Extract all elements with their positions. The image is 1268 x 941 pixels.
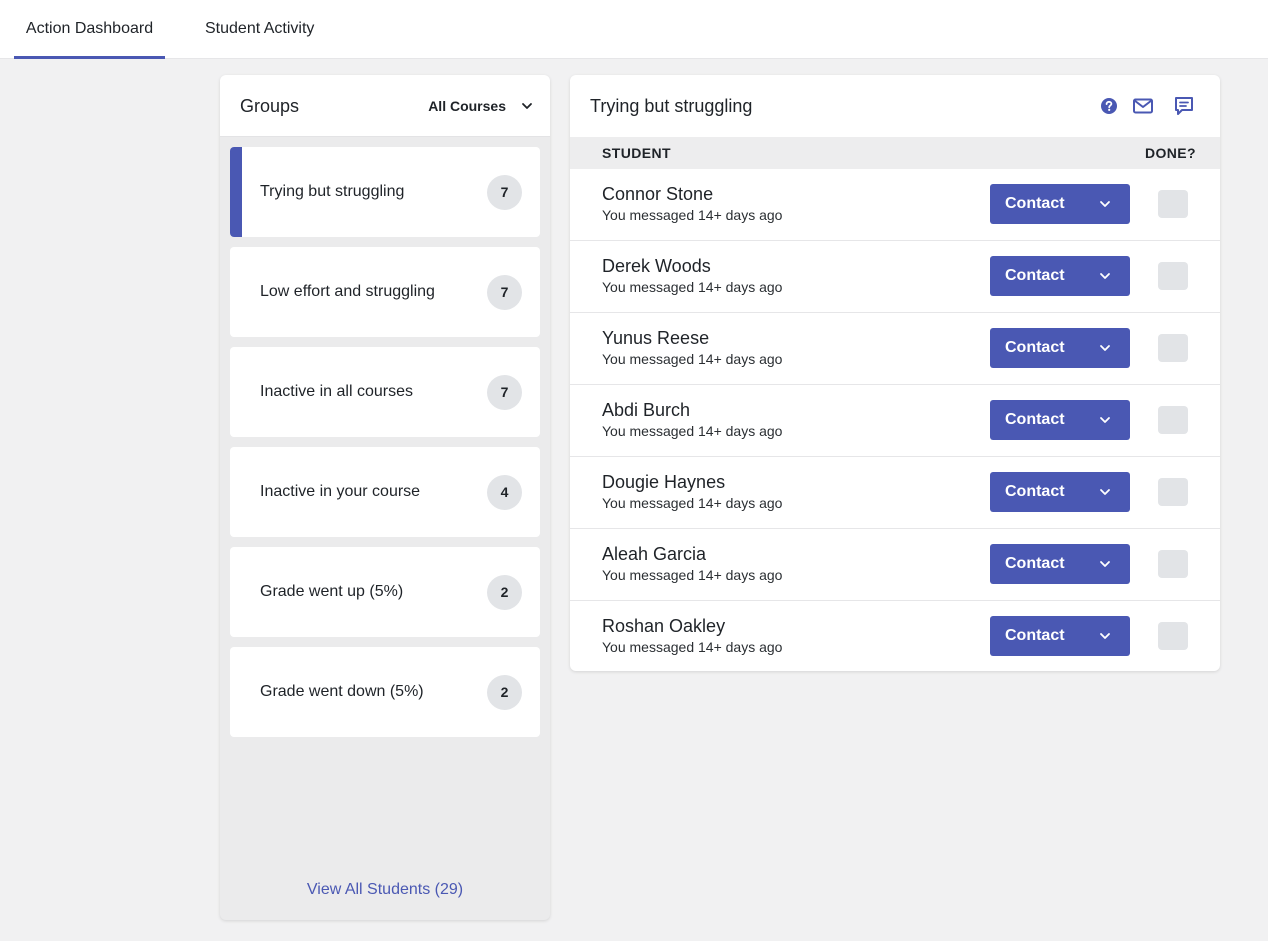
chevron-down-icon <box>1100 417 1110 423</box>
table-row: Roshan Oakley You messaged 14+ days ago … <box>570 601 1220 671</box>
done-checkbox[interactable] <box>1158 406 1188 434</box>
contact-button[interactable]: Contact <box>990 472 1130 512</box>
course-filter-value: All Courses <box>428 98 506 114</box>
chevron-down-icon <box>522 103 532 109</box>
students-panel-title: Trying but struggling <box>590 96 753 116</box>
table-row: Abdi Burch You messaged 14+ days ago Con… <box>570 385 1220 457</box>
mail-icon[interactable] <box>1132 95 1154 117</box>
group-label: Trying but struggling <box>260 183 405 200</box>
group-count-badge: 7 <box>487 375 522 410</box>
student-status: You messaged 14+ days ago <box>602 207 783 223</box>
student-name: Yunus Reese <box>602 328 710 348</box>
table-row: Connor Stone You messaged 14+ days ago C… <box>570 169 1220 241</box>
course-filter-dropdown[interactable]: All Courses <box>428 93 534 119</box>
contact-button[interactable]: Contact <box>990 400 1130 440</box>
group-label: Low effort and struggling <box>260 283 435 300</box>
selected-indicator <box>230 147 242 237</box>
contact-label: Contact <box>1005 339 1065 356</box>
group-label: Inactive in your course <box>260 483 421 500</box>
student-status: You messaged 14+ days ago <box>602 567 783 583</box>
student-name: Derek Woods <box>602 256 711 276</box>
top-navigation: Action Dashboard Student Activity <box>0 0 1268 59</box>
contact-label: Contact <box>1005 267 1065 284</box>
student-status: You messaged 14+ days ago <box>602 423 783 439</box>
student-status: You messaged 14+ days ago <box>602 639 783 655</box>
contact-label: Contact <box>1005 411 1065 428</box>
contact-button[interactable]: Contact <box>990 544 1130 584</box>
done-checkbox[interactable] <box>1158 478 1188 506</box>
contact-label: Contact <box>1005 483 1065 500</box>
column-header-done: DONE? <box>1145 145 1196 161</box>
student-status: You messaged 14+ days ago <box>602 495 783 511</box>
group-count-badge: 2 <box>487 675 522 710</box>
contact-button[interactable]: Contact <box>990 328 1130 368</box>
students-panel: Trying but struggling STUDENT DONE? Conn… <box>570 75 1220 671</box>
group-item-trying-but-struggling[interactable]: Trying but struggling 7 <box>230 147 540 237</box>
student-name: Aleah Garcia <box>602 544 707 564</box>
contact-button[interactable]: Contact <box>990 184 1130 224</box>
contact-button[interactable]: Contact <box>990 616 1130 656</box>
table-header: STUDENT DONE? <box>570 137 1220 169</box>
group-count-badge: 4 <box>487 475 522 510</box>
tab-student-activity[interactable]: Student Activity <box>205 0 314 59</box>
column-header-student: STUDENT <box>602 145 671 161</box>
chevron-down-icon <box>1100 633 1110 639</box>
group-item-grade-went-down[interactable]: Grade went down (5%) 2 <box>230 647 540 737</box>
group-item-inactive-in-all-courses[interactable]: Inactive in all courses 7 <box>230 347 540 437</box>
student-list: Connor Stone You messaged 14+ days ago C… <box>570 169 1220 671</box>
group-item-inactive-in-your-course[interactable]: Inactive in your course 4 <box>230 447 540 537</box>
chevron-down-icon <box>1100 201 1110 207</box>
student-name: Connor Stone <box>602 184 714 204</box>
group-label: Inactive in all courses <box>260 383 413 400</box>
done-checkbox[interactable] <box>1158 262 1188 290</box>
group-item-grade-went-up[interactable]: Grade went up (5%) 2 <box>230 547 540 637</box>
done-checkbox[interactable] <box>1158 622 1188 650</box>
contact-label: Contact <box>1005 627 1065 644</box>
group-count-badge: 7 <box>487 175 522 210</box>
chevron-down-icon <box>1100 273 1110 279</box>
done-checkbox[interactable] <box>1158 334 1188 362</box>
tab-action-dashboard[interactable]: Action Dashboard <box>14 0 165 59</box>
view-all-students-link[interactable]: View All Students (29) <box>220 881 550 899</box>
table-row: Aleah Garcia You messaged 14+ days ago C… <box>570 529 1220 601</box>
group-item-low-effort-and-struggling[interactable]: Low effort and struggling 7 <box>230 247 540 337</box>
chevron-down-icon <box>1100 489 1110 495</box>
student-status: You messaged 14+ days ago <box>602 279 783 295</box>
chevron-down-icon <box>1100 345 1110 351</box>
groups-panel: Groups All Courses Trying but struggling… <box>220 75 550 920</box>
student-name: Abdi Burch <box>602 400 691 420</box>
groups-header: Groups All Courses <box>220 75 550 137</box>
contact-label: Contact <box>1005 195 1065 212</box>
group-count-badge: 7 <box>487 275 522 310</box>
student-status: You messaged 14+ days ago <box>602 351 783 367</box>
table-row: Yunus Reese You messaged 14+ days ago Co… <box>570 313 1220 385</box>
done-checkbox[interactable] <box>1158 190 1188 218</box>
contact-button[interactable]: Contact <box>990 256 1130 296</box>
table-row: Dougie Haynes You messaged 14+ days ago … <box>570 457 1220 529</box>
student-name: Roshan Oakley <box>602 616 726 636</box>
contact-label: Contact <box>1005 555 1065 572</box>
help-circle-icon[interactable] <box>1098 95 1120 117</box>
chevron-down-icon <box>1100 561 1110 567</box>
table-row: Derek Woods You messaged 14+ days ago Co… <box>570 241 1220 313</box>
group-count-badge: 2 <box>487 575 522 610</box>
done-checkbox[interactable] <box>1158 550 1188 578</box>
group-label: Grade went down (5%) <box>260 683 424 700</box>
chat-icon[interactable] <box>1173 95 1195 117</box>
students-header: Trying but struggling <box>570 75 1220 137</box>
student-name: Dougie Haynes <box>602 472 726 492</box>
groups-title: Groups <box>240 96 300 116</box>
group-label: Grade went up (5%) <box>260 583 404 600</box>
